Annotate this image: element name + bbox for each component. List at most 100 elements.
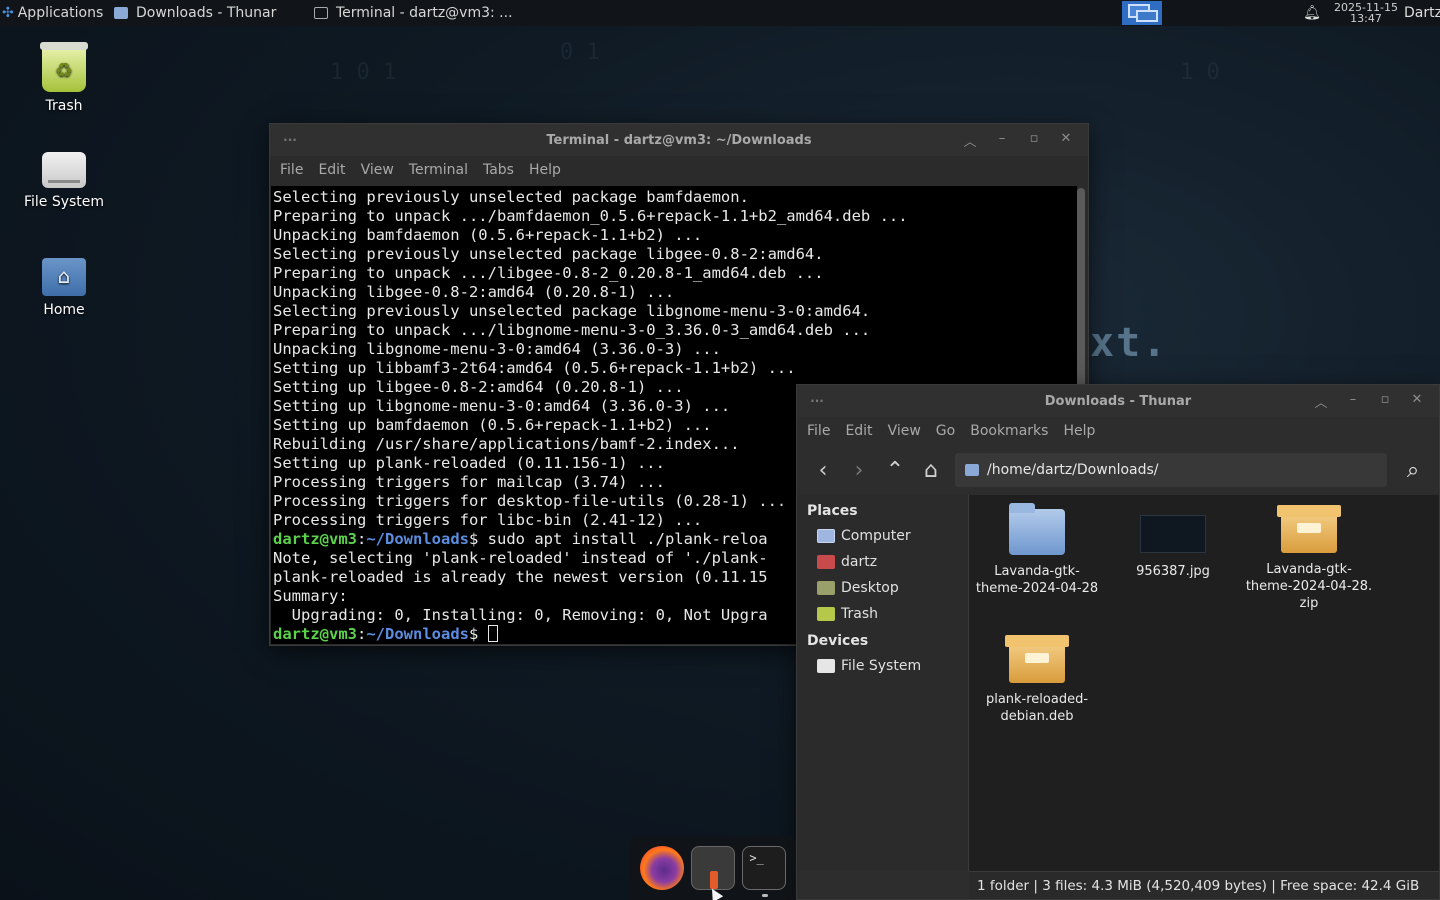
- menu-help[interactable]: Help: [1063, 423, 1104, 439]
- taskbar-item-thunar[interactable]: Downloads - Thunar: [108, 0, 304, 26]
- file-view[interactable]: Lavanda-gtk- theme-2024-04-28 956387.jpg…: [969, 495, 1439, 871]
- sidebar-item-computer[interactable]: Computer: [797, 523, 968, 549]
- clock-time: 13:47: [1350, 12, 1382, 25]
- terminal-line: Unpacking libgee-0.8-2:amd64 (0.20.8-1) …: [273, 283, 675, 301]
- status-bar: 1 folder | 3 files: 4.3 MiB (4,520,409 b…: [969, 871, 1439, 899]
- terminal-line: Selecting previously unselected package …: [273, 245, 824, 263]
- wallpaper-text: xt.: [1090, 320, 1169, 366]
- thunar-window: ··· Downloads - Thunar ︿ – ▫ ✕ File Edit…: [796, 384, 1440, 900]
- folder-icon: [965, 464, 979, 476]
- maximize-icon[interactable]: ▫: [1369, 392, 1401, 411]
- workspace-switcher[interactable]: [1122, 1, 1162, 25]
- running-indicator: [762, 894, 769, 897]
- desktop-icon-trash[interactable]: Trash: [14, 42, 114, 114]
- menu-edit[interactable]: Edit: [845, 423, 881, 439]
- menu-bookmarks[interactable]: Bookmarks: [970, 423, 1057, 439]
- thunar-toolbar: ‹ › ⌃ ⌂ /home/dartz/Downloads/ ⌕: [797, 445, 1439, 495]
- top-panel: ✣ Applications Downloads - Thunar Termin…: [0, 0, 1440, 26]
- taskbar-item-label: Terminal - dartz@vm3: ...: [336, 5, 513, 21]
- desktop-icon-home[interactable]: Home: [14, 258, 114, 318]
- drive-icon: [817, 659, 835, 673]
- user-menu[interactable]: Dartz: [1404, 5, 1440, 21]
- desktop-icon-file-system[interactable]: File System: [14, 152, 114, 210]
- menu-help[interactable]: Help: [529, 162, 570, 178]
- trash-icon: [40, 42, 88, 92]
- sidebar-item-desktop[interactable]: Desktop: [797, 575, 968, 601]
- terminal-line: Selecting previously unselected package …: [273, 302, 871, 320]
- location-path: /home/dartz/Downloads/: [987, 462, 1159, 478]
- menu-edit[interactable]: Edit: [318, 162, 354, 178]
- terminal-cursor: [487, 625, 498, 642]
- window-menu-icon[interactable]: ···: [797, 394, 837, 408]
- desktop-icon: [817, 581, 835, 595]
- close-icon[interactable]: ✕: [1050, 131, 1082, 150]
- clock[interactable]: 2025-11-15 13:47: [1334, 2, 1398, 24]
- menu-view[interactable]: View: [361, 162, 403, 178]
- menu-terminal[interactable]: Terminal: [409, 162, 477, 178]
- terminal-command: sudo apt install ./plank-reloa: [487, 530, 768, 548]
- file-item-zip[interactable]: Lavanda-gtk- theme-2024-04-28. zip: [1241, 501, 1377, 612]
- shade-icon[interactable]: ︿: [1305, 392, 1337, 411]
- computer-icon: [817, 529, 835, 543]
- menu-view[interactable]: View: [888, 423, 930, 439]
- thunar-titlebar[interactable]: ··· Downloads - Thunar ︿ – ▫ ✕: [797, 385, 1439, 417]
- terminal-icon: [314, 7, 328, 19]
- minimize-icon[interactable]: –: [1337, 392, 1369, 411]
- terminal-icon[interactable]: >_: [742, 846, 787, 897]
- taskbar-item-terminal[interactable]: Terminal - dartz@vm3: ...: [308, 0, 548, 26]
- shade-icon[interactable]: ︿: [954, 131, 986, 150]
- file-item-folder[interactable]: Lavanda-gtk- theme-2024-04-28: [969, 501, 1105, 597]
- terminal-line: Preparing to unpack .../bamfdaemon_0.5.6…: [273, 207, 908, 225]
- window-menu-icon[interactable]: ···: [270, 133, 310, 147]
- back-icon[interactable]: ‹: [805, 453, 841, 487]
- desktop-icon-label: Home: [43, 302, 85, 318]
- devices-heading: Devices: [807, 633, 869, 649]
- thunar-menubar: File Edit View Go Bookmarks Help: [797, 417, 1439, 445]
- sidebar-item-dartz[interactable]: dartz: [797, 549, 968, 575]
- menu-file[interactable]: File: [280, 162, 312, 178]
- folder-icon: [1009, 503, 1065, 555]
- desktop-icon-label: File System: [23, 194, 105, 210]
- trash-icon: [817, 607, 835, 621]
- location-bar[interactable]: /home/dartz/Downloads/: [955, 453, 1387, 487]
- terminal-line: Unpacking bamfdaemon (0.5.6+repack-1.1+b…: [273, 226, 703, 244]
- home-icon[interactable]: ⌂: [913, 453, 949, 487]
- applications-icon: ✣: [2, 5, 14, 21]
- menu-file[interactable]: File: [807, 423, 839, 439]
- forward-icon[interactable]: ›: [841, 453, 877, 487]
- sidebar: Places Computer dartz Desktop Trash Devi…: [797, 495, 969, 871]
- sidebar-item-trash[interactable]: Trash: [797, 601, 968, 627]
- terminal-menubar: File Edit View Terminal Tabs Help: [270, 156, 1088, 184]
- places-heading: Places: [807, 503, 858, 519]
- search-icon[interactable]: ⌕: [1395, 453, 1431, 487]
- notification-bell-icon[interactable]: 🔔︎: [1300, 5, 1324, 21]
- package-icon: [1005, 635, 1069, 683]
- thunar-main: Places Computer dartz Desktop Trash Devi…: [797, 495, 1439, 871]
- installer-icon[interactable]: [690, 846, 735, 890]
- wallpaper-glyph: 1 0: [1180, 60, 1220, 85]
- maximize-icon[interactable]: ▫: [1018, 131, 1050, 150]
- close-icon[interactable]: ✕: [1401, 392, 1433, 411]
- file-item-image[interactable]: 956387.jpg: [1105, 501, 1241, 580]
- parent-folder-icon[interactable]: ⌃: [877, 453, 913, 487]
- sidebar-item-file-system[interactable]: File System: [797, 653, 968, 679]
- firefox-icon[interactable]: [639, 846, 684, 890]
- terminal-line: Unpacking libgnome-menu-3-0:amd64 (3.36.…: [273, 340, 721, 358]
- terminal-titlebar[interactable]: ··· Terminal - dartz@vm3: ~/Downloads ︿ …: [270, 124, 1088, 156]
- archive-icon: [1277, 505, 1341, 553]
- desktop-icon-label: Trash: [45, 98, 83, 114]
- menu-tabs[interactable]: Tabs: [483, 162, 523, 178]
- drive-icon: [42, 152, 86, 188]
- wallpaper-glyph: 1 0 1: [330, 60, 397, 85]
- terminal-line: Selecting previously unselected package …: [273, 188, 749, 206]
- taskbar-item-label: Downloads - Thunar: [136, 5, 277, 21]
- terminal-line: Preparing to unpack .../libgee-0.8-2_0.2…: [273, 264, 824, 282]
- applications-menu[interactable]: ✣ Applications: [0, 5, 108, 21]
- minimize-icon[interactable]: –: [986, 131, 1018, 150]
- home-folder-icon: [42, 258, 86, 296]
- file-item-deb[interactable]: plank-reloaded- debian.deb: [969, 631, 1105, 725]
- wallpaper-glyph: 0 1: [560, 40, 600, 65]
- terminal-line: Setting up libbamf3-2t64:amd64 (0.5.6+re…: [273, 359, 796, 377]
- applications-label: Applications: [17, 5, 104, 21]
- menu-go[interactable]: Go: [936, 423, 964, 439]
